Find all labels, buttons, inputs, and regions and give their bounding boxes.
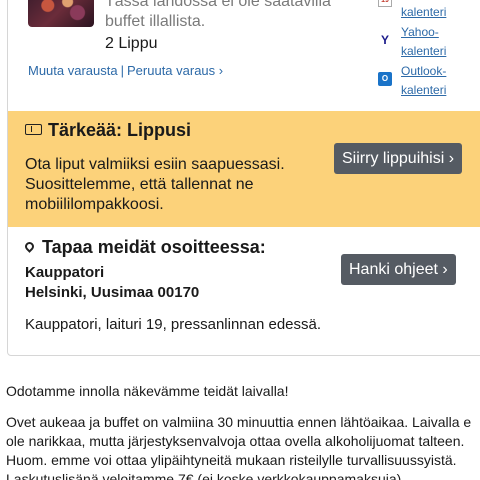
cancel-booking-link[interactable]: Peruuta varaus ›: [127, 63, 223, 78]
location-pin-icon: [23, 240, 36, 253]
event-thumbnail: [28, 0, 94, 27]
calendar-item-outlook[interactable]: O Outlook-kalenteri: [378, 62, 453, 100]
meeting-point-section: Tapaa meidät osoitteessa: Kauppatori Hel…: [8, 227, 480, 355]
calendar-list: 19 kalenteri Y Yahoo-kalenteri O Outlook…: [378, 0, 478, 100]
booking-card: Tässä lähdössä ei ole saatavilla buffet …: [7, 0, 480, 356]
important-text: Ota liput valmiiksi esiin saapuessasi. S…: [25, 156, 285, 213]
welcome-text: Odotamme innolla näkevämme teidät laival…: [6, 383, 289, 399]
important-heading: Tärkeää: Lippusi: [25, 120, 191, 141]
calendar-item-label: Yahoo-kalenteri: [401, 25, 447, 58]
calendar-item-yahoo[interactable]: Y Yahoo-kalenteri: [378, 23, 446, 61]
ticket-icon: [25, 124, 42, 135]
booking-links: Muuta varausta | Peruuta varaus ›: [28, 63, 223, 78]
info-line: Huom. emme voi ottaa ylipäihtyneitä muka…: [6, 452, 457, 468]
go-to-tickets-button[interactable]: Siirry lippuihisi ›: [334, 143, 463, 174]
address-line-2: Helsinki, Uusimaa 00170: [25, 284, 200, 301]
info-line: ole narikkaa, mutta järjestyksenvalvoja …: [6, 433, 465, 449]
no-buffet-notice: Tässä lähdössä ei ole saatavilla buffet …: [105, 0, 331, 30]
info-line: Laskutuslisänä veloitamme 7€ (ei koske v…: [6, 471, 402, 480]
calendar-item-label: kalenteri: [401, 5, 447, 19]
outlook-icon: O: [378, 72, 392, 86]
meeting-heading: Tapaa meidät osoitteessa:: [23, 237, 266, 258]
important-title: Tärkeää: Lippusi: [48, 120, 192, 140]
change-booking-link[interactable]: Muuta varausta: [28, 63, 118, 78]
meeting-address: Kauppatori Helsinki, Uusimaa 00170: [25, 263, 199, 303]
info-line: Ovet aukeaa ja buffet on valmiina 30 min…: [6, 414, 472, 430]
get-directions-button[interactable]: Hanki ohjeet ›: [341, 254, 456, 285]
apple-calendar-icon: 19: [378, 0, 392, 7]
meeting-title: Tapaa meidät osoitteessa:: [42, 237, 266, 257]
yahoo-icon: Y: [380, 33, 389, 47]
ticket-count: 2 Lippu: [105, 35, 158, 52]
calendar-item-apple[interactable]: 19 kalenteri: [378, 0, 478, 22]
address-line-1: Kauppatori: [25, 264, 105, 281]
important-tickets-section: Tärkeää: Lippusi Ota liput valmiiksi esi…: [8, 111, 480, 227]
info-paragraph: Ovet aukeaa ja buffet on valmiina 30 min…: [6, 413, 480, 480]
pier-description: Kauppatori, laituri 19, pressanlinnan ed…: [25, 316, 322, 333]
link-separator: |: [120, 63, 124, 78]
calendar-item-label: Outlook-kalenteri: [401, 64, 447, 97]
